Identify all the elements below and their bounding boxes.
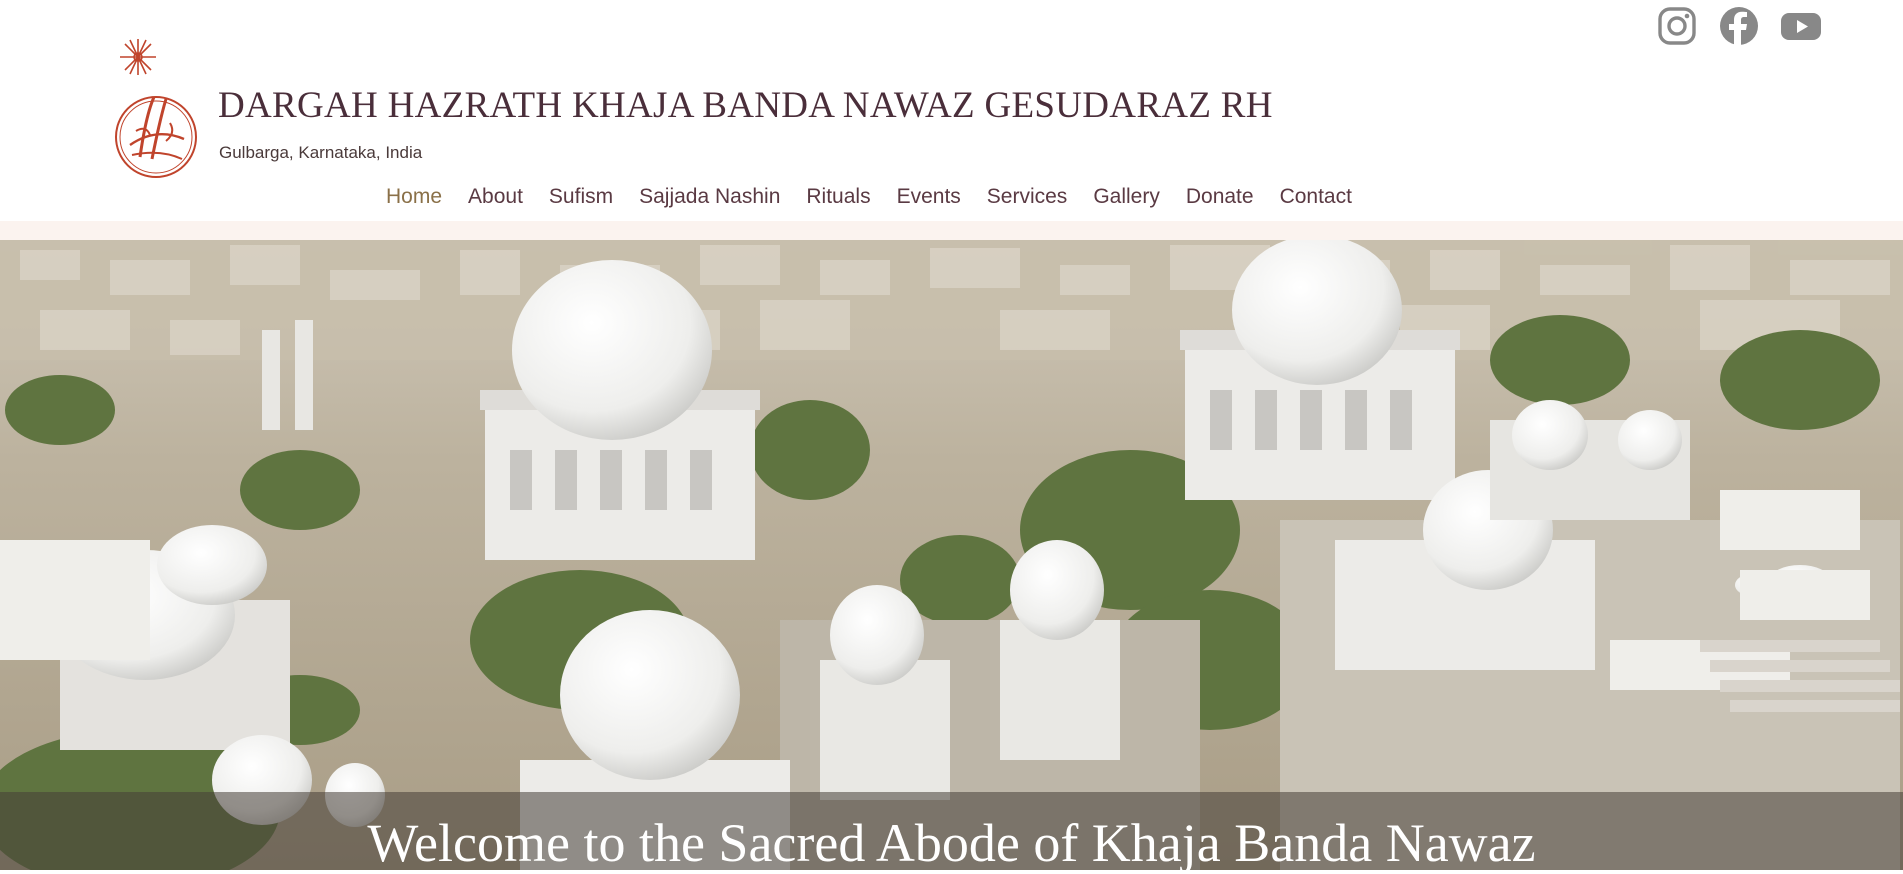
nav-sajjada-nashin[interactable]: Sajjada Nashin — [626, 185, 793, 209]
nav-about[interactable]: About — [455, 185, 536, 209]
nav-contact[interactable]: Contact — [1267, 185, 1365, 209]
dargah-logo[interactable] — [100, 27, 208, 179]
site-title[interactable]: DARGAH HAZRATH KHAJA BANDA NAWAZ GESUDAR… — [218, 84, 1273, 127]
nav-gallery[interactable]: Gallery — [1080, 185, 1173, 209]
nav-rituals[interactable]: Rituals — [793, 185, 883, 209]
social-links — [1657, 6, 1821, 46]
site-subtitle: Gulbarga, Karnataka, India — [219, 143, 423, 162]
nav-services[interactable]: Services — [974, 185, 1081, 209]
nav-sufism[interactable]: Sufism — [536, 185, 626, 209]
site-header: DARGAH HAZRATH KHAJA BANDA NAWAZ GESUDAR… — [0, 0, 1903, 240]
youtube-icon[interactable] — [1781, 6, 1821, 46]
main-nav: Home About Sufism Sajjada Nashin Rituals… — [386, 185, 1365, 209]
instagram-icon[interactable] — [1657, 6, 1697, 46]
nav-events[interactable]: Events — [884, 185, 974, 209]
facebook-icon[interactable] — [1719, 6, 1759, 46]
dargah-aerial-photo — [0, 240, 1903, 870]
hero-caption: Welcome to the Sacred Abode of Khaja Ban… — [367, 813, 1536, 873]
nav-home[interactable]: Home — [386, 185, 455, 209]
nav-donate[interactable]: Donate — [1173, 185, 1267, 209]
header-divider-band — [0, 221, 1903, 240]
hero-image — [0, 240, 1903, 870]
